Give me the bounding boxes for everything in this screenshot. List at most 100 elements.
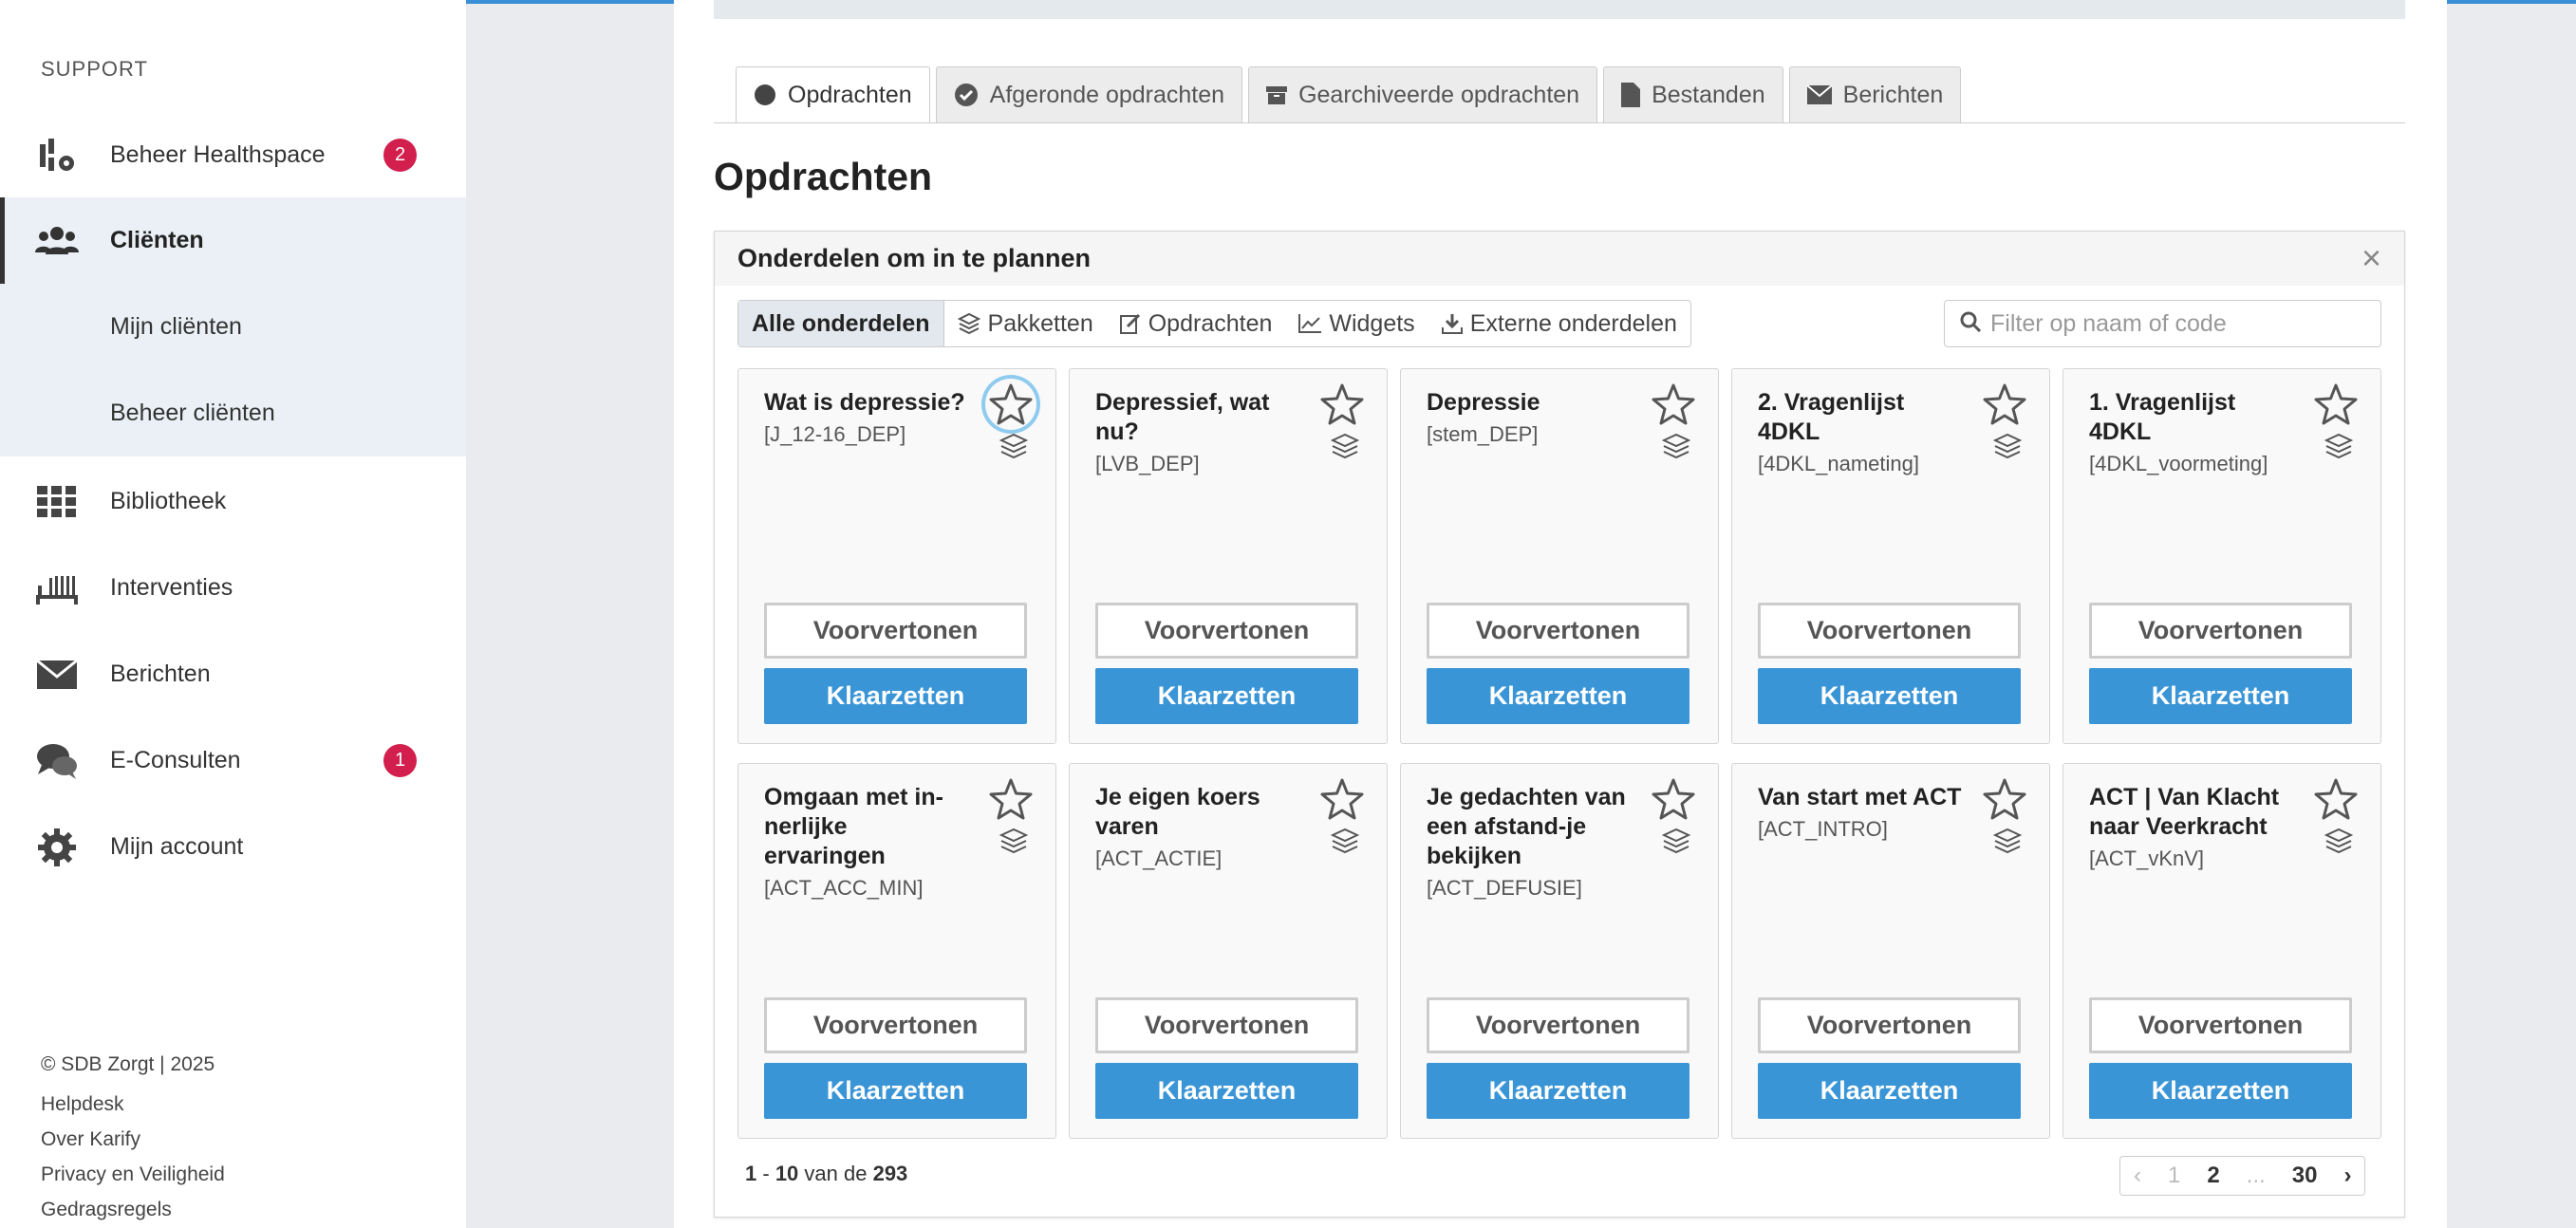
card-title: ACT | Van Klacht naar Veerkracht [ACT_vKn… xyxy=(2089,783,2293,873)
assign-button[interactable]: Klaarzetten xyxy=(1095,1063,1358,1119)
sidebar-item-mijn-account[interactable]: Mijn account xyxy=(0,804,466,890)
star-icon[interactable] xyxy=(985,379,1036,430)
preview-button[interactable]: Voorvertonen xyxy=(1758,997,2021,1053)
star-icon[interactable] xyxy=(1979,773,2030,825)
filter-label: Alle onderdelen xyxy=(752,309,930,337)
filter-label: Pakketten xyxy=(987,309,1093,337)
preview-button[interactable]: Voorvertonen xyxy=(1095,997,1358,1053)
assign-button[interactable]: Klaarzetten xyxy=(764,668,1027,724)
sidebar-item-e-consulten[interactable]: E-Consulten 1 xyxy=(0,717,466,804)
assign-button[interactable]: Klaarzetten xyxy=(2089,1063,2352,1119)
envelope-icon xyxy=(1806,85,1832,104)
filter-pakketten[interactable]: Pakketten xyxy=(944,301,1107,346)
next-page-icon[interactable]: › xyxy=(2330,1157,2364,1195)
preview-button[interactable]: Voorvertonen xyxy=(1095,603,1358,659)
notification-badge: 1 xyxy=(383,744,417,777)
layers-icon xyxy=(1992,433,2023,465)
star-icon[interactable] xyxy=(1316,773,1368,825)
sidebar-section-title: SUPPORT xyxy=(41,57,148,81)
sidebar-item-bibliotheek[interactable]: Bibliotheek xyxy=(0,458,466,545)
tab-label: Opdrachten xyxy=(788,81,912,108)
assign-button[interactable]: Klaarzetten xyxy=(1758,668,2021,724)
assign-button[interactable]: Klaarzetten xyxy=(2089,668,2352,724)
prev-page-icon[interactable]: ‹ xyxy=(2120,1157,2155,1195)
tab-berichten[interactable]: Berichten xyxy=(1788,66,1962,123)
grid-icon xyxy=(34,479,80,525)
assign-button[interactable]: Klaarzetten xyxy=(764,1063,1027,1119)
filter-widgets[interactable]: Widgets xyxy=(1285,301,1428,346)
interventions-icon xyxy=(34,566,80,611)
card-code: [ACT_ACTIE] xyxy=(1095,847,1223,870)
layers-icon xyxy=(2324,828,2354,860)
star-icon[interactable] xyxy=(2310,379,2361,430)
sidebar-item-berichten[interactable]: Berichten xyxy=(0,631,466,717)
preview-button[interactable]: Voorvertonen xyxy=(764,603,1027,659)
card-title: Je gedachten van een afstand-je bekijken… xyxy=(1427,783,1631,902)
footer-link-over[interactable]: Over Karify xyxy=(41,1128,140,1151)
star-icon[interactable] xyxy=(1979,379,2030,430)
preview-button[interactable]: Voorvertonen xyxy=(1758,603,2021,659)
layers-icon xyxy=(999,828,1029,860)
sidebar-item-beheer-clienten[interactable]: Beheer cliënten xyxy=(0,370,466,456)
close-icon[interactable]: × xyxy=(2361,241,2381,275)
page-ellipsis: ... xyxy=(2246,1163,2266,1188)
card-title: Wat is depressie? [J_12-16_DEP] xyxy=(764,388,968,449)
star-icon[interactable] xyxy=(985,773,1036,825)
assign-button[interactable]: Klaarzetten xyxy=(1758,1063,2021,1119)
preview-button[interactable]: Voorvertonen xyxy=(1427,997,1689,1053)
content-card: Je gedachten van een afstand-je bekijken… xyxy=(1400,763,1719,1139)
card-code: [ACT_vKnV] xyxy=(2089,847,2205,870)
assign-button[interactable]: Klaarzetten xyxy=(1095,668,1358,724)
star-icon[interactable] xyxy=(1316,379,1368,430)
layers-icon xyxy=(2324,433,2354,465)
card-code: [LVB_DEP] xyxy=(1095,452,1200,475)
sidebar-item-label: Beheer cliënten xyxy=(110,400,275,426)
preview-button[interactable]: Voorvertonen xyxy=(764,997,1027,1053)
footer-link-helpdesk[interactable]: Helpdesk xyxy=(41,1093,124,1116)
preview-button[interactable]: Voorvertonen xyxy=(2089,997,2352,1053)
chart-icon xyxy=(1298,314,1322,333)
preview-button[interactable]: Voorvertonen xyxy=(1427,603,1689,659)
edit-icon xyxy=(1119,313,1141,334)
layers-icon xyxy=(1330,828,1360,860)
footer-link-privacy[interactable]: Privacy en Veiligheid xyxy=(41,1163,225,1186)
tab-opdrachten[interactable]: Opdrachten xyxy=(736,66,930,123)
star-icon[interactable] xyxy=(2310,773,2361,825)
footer-link-gedragsregels[interactable]: Gedragsregels xyxy=(41,1199,172,1221)
card-code: [ACT_DEFUSIE] xyxy=(1427,876,1582,900)
star-icon[interactable] xyxy=(1648,379,1699,430)
page-2[interactable]: 2 xyxy=(2193,1157,2232,1195)
modal-header: Onderdelen om in te plannen × xyxy=(715,232,2404,286)
tab-gearchiveerde-opdrachten[interactable]: Gearchiveerde opdrachten xyxy=(1248,66,1598,123)
result-count: 1 - 10 van de 293 xyxy=(745,1162,908,1185)
page-30[interactable]: 30 xyxy=(2279,1157,2331,1195)
import-icon xyxy=(1441,313,1463,334)
card-title: Je eigen koers varen [ACT_ACTIE] xyxy=(1095,783,1299,873)
tab-label: Bestanden xyxy=(1652,81,1765,108)
sidebar-item-mijn-clienten[interactable]: Mijn cliënten xyxy=(0,284,466,370)
sidebar-item-healthspace[interactable]: Beheer Healthspace 2 xyxy=(0,112,466,198)
tab-divider xyxy=(714,122,2405,123)
filter-group: Alle onderdelen Pakketten Opdrachten Wid… xyxy=(737,300,1691,347)
assign-button[interactable]: Klaarzetten xyxy=(1427,1063,1689,1119)
search-field[interactable] xyxy=(1944,300,2381,347)
filter-alle-onderdelen[interactable]: Alle onderdelen xyxy=(738,301,944,346)
star-icon[interactable] xyxy=(1648,773,1699,825)
card-title: Depressief, wat nu? [LVB_DEP] xyxy=(1095,388,1299,478)
assign-button[interactable]: Klaarzetten xyxy=(1427,668,1689,724)
tab-afgeronde-opdrachten[interactable]: Afgeronde opdrachten xyxy=(935,66,1243,123)
tab-label: Afgeronde opdrachten xyxy=(989,81,1225,108)
preview-button[interactable]: Voorvertonen xyxy=(2089,603,2352,659)
filter-opdrachten[interactable]: Opdrachten xyxy=(1107,301,1286,346)
card-code: [ACT_INTRO] xyxy=(1758,817,1888,841)
pagination: ‹ 1 2 ... 30 › xyxy=(2119,1156,2366,1196)
search-icon xyxy=(1960,311,1982,337)
tab-bestanden[interactable]: Bestanden xyxy=(1603,66,1783,123)
tab-label: Berichten xyxy=(1842,81,1944,108)
search-input[interactable] xyxy=(1990,309,2370,338)
filter-externe-onderdelen[interactable]: Externe onderdelen xyxy=(1428,301,1690,346)
page-1[interactable]: 1 xyxy=(2155,1157,2193,1195)
card-title: 1. Vragenlijst 4DKL [4DKL_voormeting] xyxy=(2089,388,2293,478)
sidebar-item-interventies[interactable]: Interventies xyxy=(0,545,466,631)
sidebar-item-clienten[interactable]: Cliënten xyxy=(0,197,466,284)
